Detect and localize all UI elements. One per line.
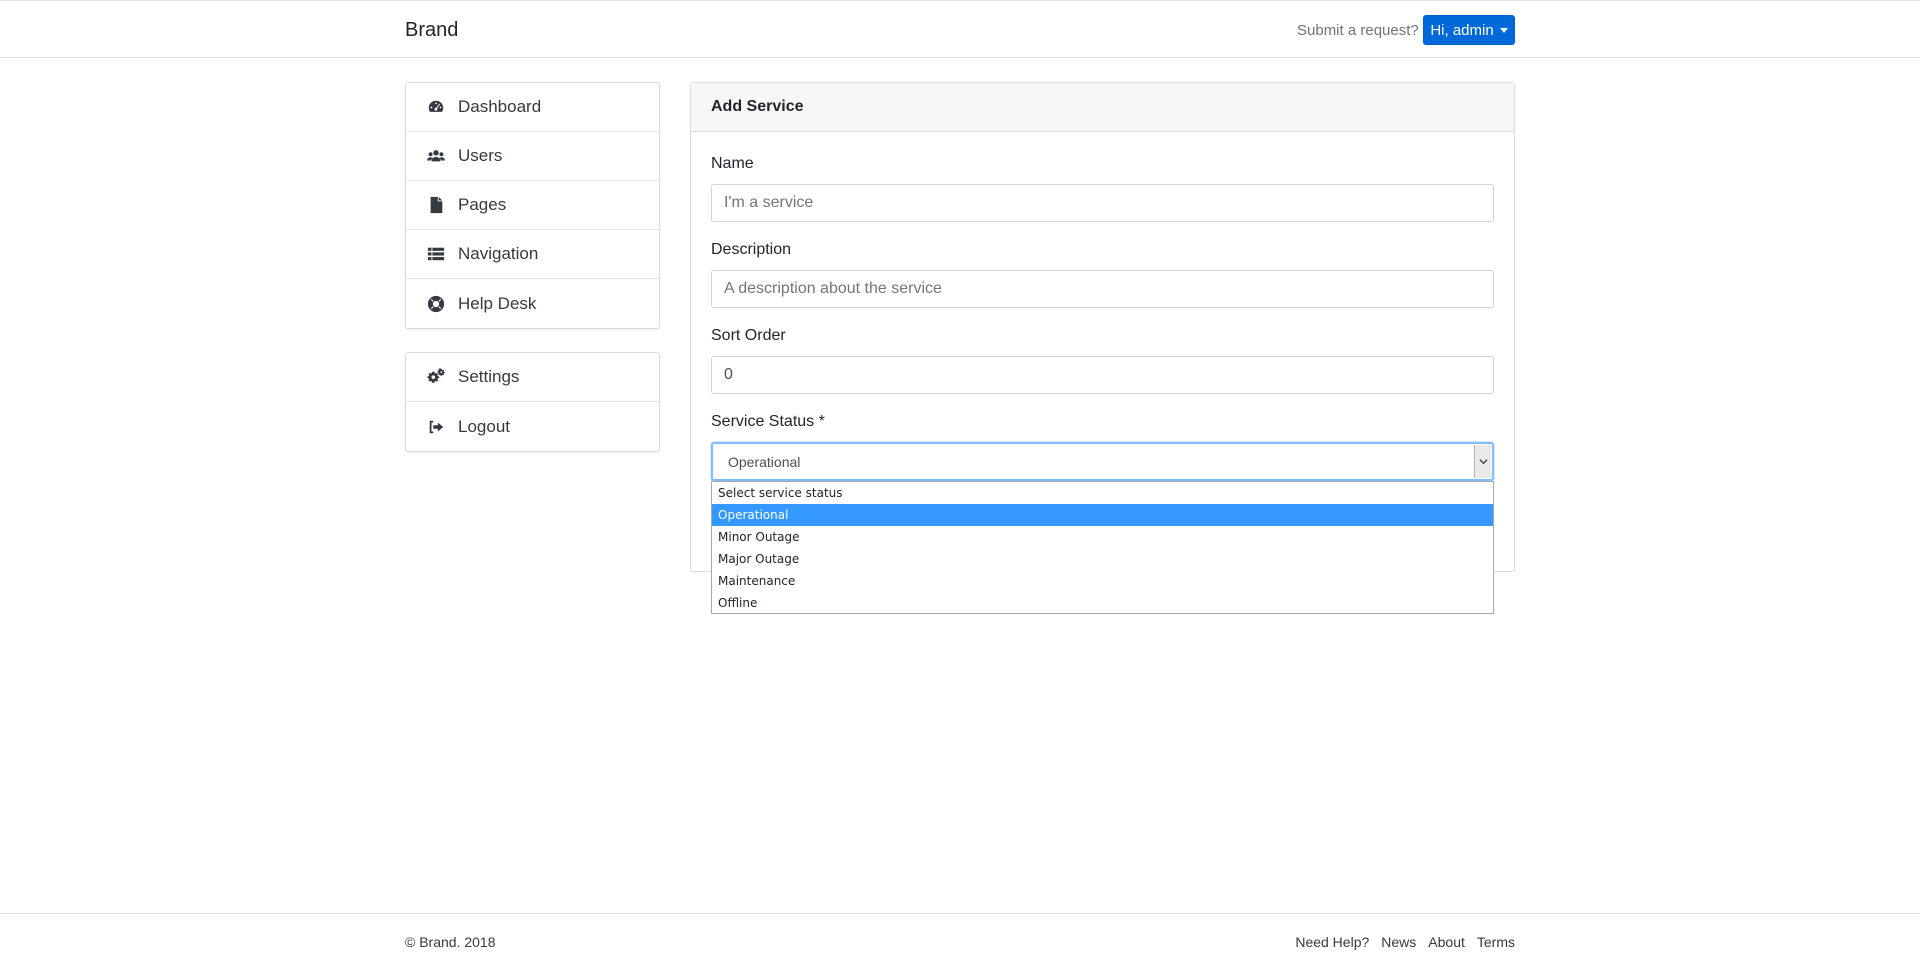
sidebar-item-label: Dashboard (458, 97, 542, 116)
caret-down-icon (1499, 27, 1508, 33)
list-icon (426, 244, 446, 264)
sort-order-label: Sort Order (711, 327, 786, 344)
sidebar-item-users[interactable]: Users (406, 132, 659, 181)
service-status-select[interactable]: Operational (711, 442, 1494, 481)
sidebar-item-dashboard[interactable]: Dashboard (406, 83, 659, 132)
description-label: Description (711, 241, 792, 258)
status-option[interactable]: Maintenance (712, 570, 1493, 592)
sidebar-item-label: Help Desk (458, 293, 537, 313)
chevron-down-icon[interactable] (1474, 445, 1491, 478)
sidebar-item-navigation[interactable]: Navigation (406, 230, 659, 279)
footer-links: Need Help? News About Terms (1295, 934, 1515, 950)
brand-link[interactable]: Brand (405, 19, 458, 42)
cogs-icon (426, 367, 446, 387)
user-menu-button[interactable]: Hi, admin (1423, 15, 1515, 45)
service-status-label: Service Status * (711, 413, 825, 430)
file-icon (426, 195, 446, 215)
sidebar-item-label: Pages (458, 195, 507, 214)
submit-request-link[interactable]: Submit a request? (1297, 22, 1419, 39)
status-option[interactable]: Select service status (712, 482, 1493, 504)
status-option[interactable]: Major Outage (712, 548, 1493, 570)
users-icon (426, 146, 446, 166)
service-status-dropdown: Select service status Operational Minor … (711, 481, 1494, 614)
name-label: Name (711, 155, 754, 172)
user-menu-label: Hi, admin (1430, 21, 1494, 39)
sign-out-icon (426, 417, 446, 437)
sidebar-item-label: Logout (458, 416, 510, 436)
navbar: Brand Submit a request? Hi, admin (0, 1, 1920, 58)
footer-link-news[interactable]: News (1381, 934, 1416, 950)
footer: © Brand. 2018 Need Help? News About Term… (0, 913, 1920, 967)
status-option-selected[interactable]: Operational (712, 504, 1493, 526)
sidebar-item-label: Users (458, 146, 503, 165)
name-input[interactable] (711, 184, 1494, 222)
sidebar-main-menu: Dashboard Users Pages Navigation Help De… (405, 82, 660, 329)
footer-link-need-help[interactable]: Need Help? (1295, 934, 1369, 950)
sidebar-secondary-menu: Settings Logout (405, 352, 660, 452)
sidebar-item-label: Settings (458, 367, 520, 386)
status-option[interactable]: Offline (712, 592, 1493, 614)
sidebar-item-help-desk[interactable]: Help Desk (406, 279, 659, 328)
sidebar-item-label: Navigation (458, 244, 539, 263)
sidebar-item-pages[interactable]: Pages (406, 181, 659, 230)
description-input[interactable] (711, 270, 1494, 308)
card-title: Add Service (691, 83, 1514, 132)
dashboard-icon (426, 97, 446, 117)
footer-link-about[interactable]: About (1428, 934, 1465, 950)
status-option[interactable]: Minor Outage (712, 526, 1493, 548)
service-status-value: Operational (728, 453, 801, 470)
footer-link-terms[interactable]: Terms (1477, 934, 1515, 950)
life-ring-icon (426, 294, 446, 314)
sidebar-item-logout[interactable]: Logout (406, 402, 659, 451)
sidebar-item-settings[interactable]: Settings (406, 353, 659, 402)
copyright-text: © Brand. 2018 (405, 934, 496, 950)
sort-order-input[interactable] (711, 356, 1494, 394)
